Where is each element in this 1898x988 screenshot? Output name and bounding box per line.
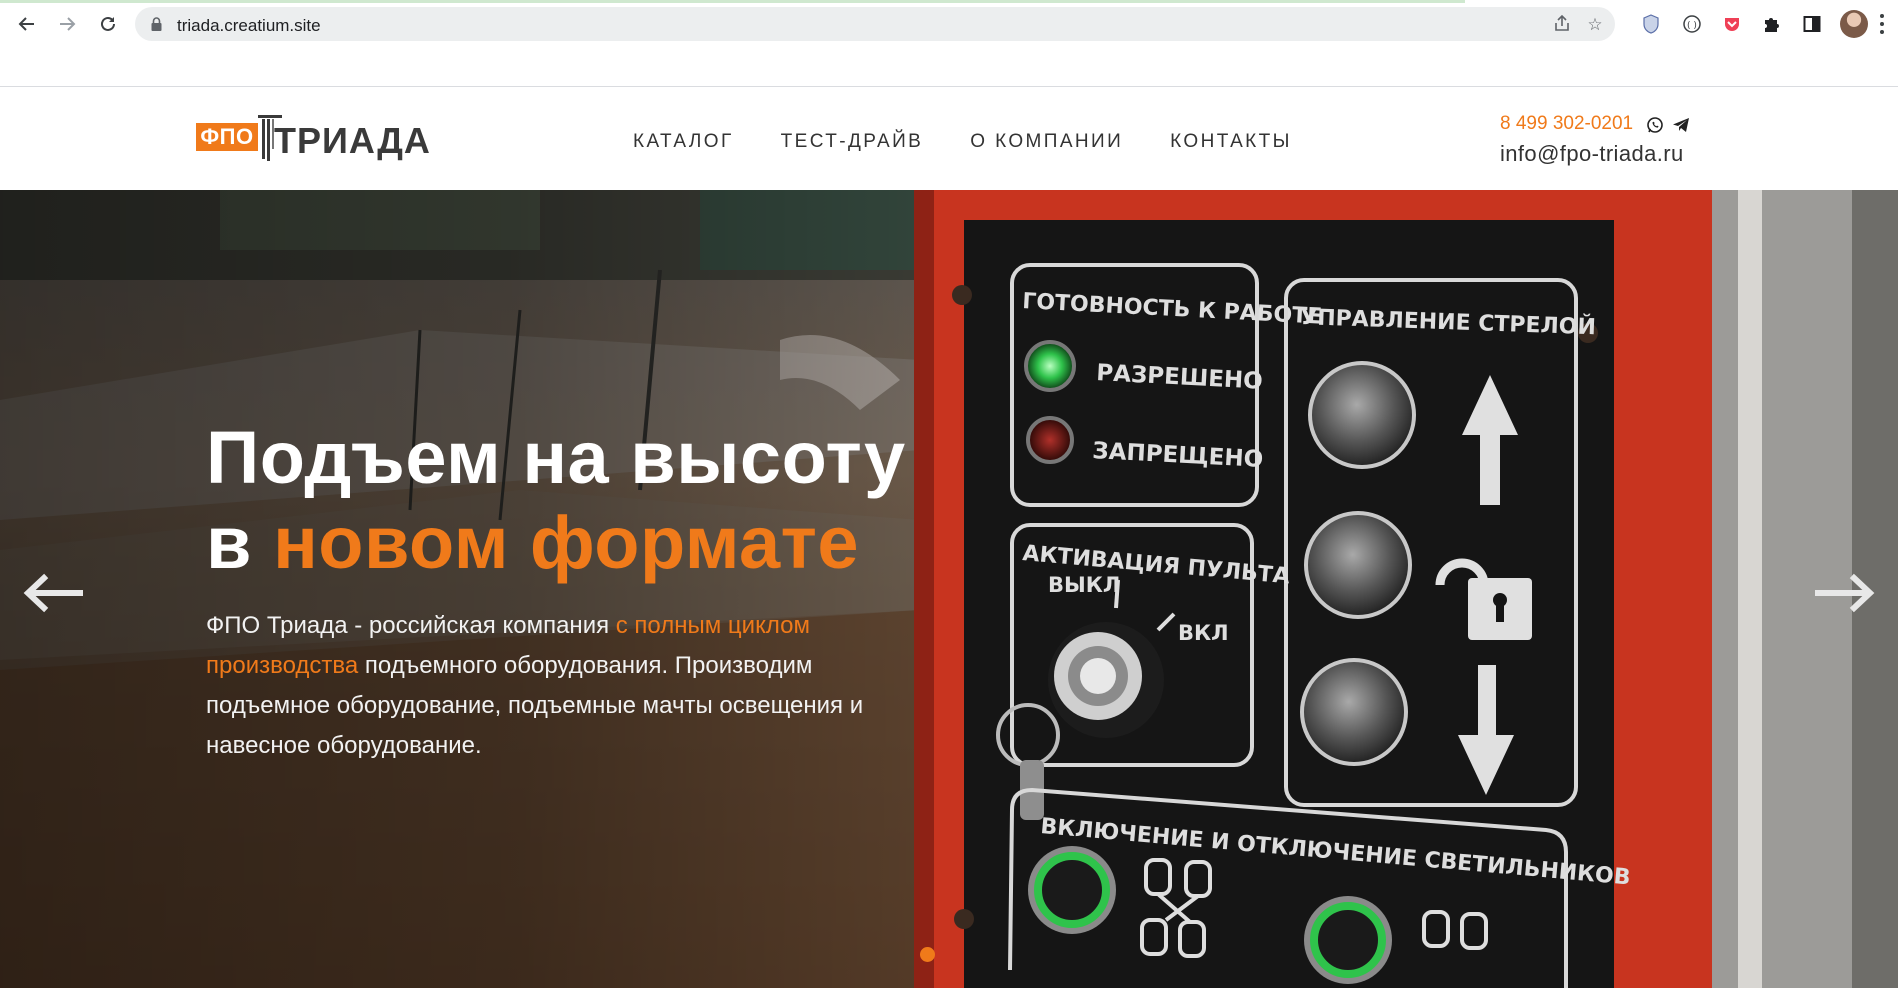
share-icon[interactable] bbox=[1551, 14, 1573, 36]
avatar[interactable] bbox=[1840, 10, 1868, 38]
forward-icon[interactable] bbox=[54, 11, 80, 37]
puzzle-icon[interactable] bbox=[1760, 12, 1784, 36]
email-link[interactable]: info@fpo-triada.ru bbox=[1500, 141, 1740, 167]
kebab-menu-icon[interactable] bbox=[1878, 12, 1886, 36]
menu-item-test-drive[interactable]: ТЕСТ-ДРАЙВ bbox=[781, 131, 924, 153]
logo-word: ТРИАДА bbox=[274, 120, 431, 161]
hero-title: Подъем на высоту в новом формате bbox=[206, 415, 906, 585]
hero-description: ФПО Триада - российская компания с полны… bbox=[206, 606, 896, 766]
star-icon[interactable]: ☆ bbox=[1584, 14, 1606, 36]
loading-bar bbox=[0, 0, 1465, 3]
address-bar[interactable]: triada.creatium.site ☆ bbox=[135, 7, 1615, 41]
menu-item-contacts[interactable]: КОНТАКТЫ bbox=[1170, 131, 1292, 153]
menu-item-catalog[interactable]: КАТАЛОГ bbox=[633, 131, 734, 153]
slider-dot-active[interactable] bbox=[920, 947, 935, 962]
browser-toolbar: triada.creatium.site ☆ ( ) bbox=[0, 0, 1898, 50]
hero-title-prefix: в bbox=[206, 501, 274, 584]
hero-title-line1: Подъем на высоту bbox=[206, 416, 906, 499]
pocket-extension-icon[interactable] bbox=[1720, 12, 1744, 36]
phone-link[interactable]: 8 499 302-0201 bbox=[1500, 113, 1633, 135]
hero-text-part1: ФПО Триада - российская компания bbox=[206, 612, 616, 639]
svg-text:( ): ( ) bbox=[1687, 21, 1697, 31]
back-icon[interactable] bbox=[14, 11, 40, 37]
code-extension-icon[interactable]: ( ) bbox=[1680, 12, 1704, 36]
hero-background-image: ГОТОВНОСТЬ К РАБОТЕ РАЗРЕШЕНО ЗАПРЕЩЕНО … bbox=[0, 190, 1898, 988]
contact-block: 8 499 302-0201 info@fpo-triada.ru bbox=[1500, 113, 1740, 167]
reload-icon[interactable] bbox=[95, 11, 121, 37]
slider-next-arrow-icon[interactable] bbox=[1814, 573, 1878, 613]
hero-title-accent: новом формате bbox=[273, 501, 860, 584]
hero-slider: ГОТОВНОСТЬ К РАБОТЕ РАЗРЕШЕНО ЗАПРЕЩЕНО … bbox=[0, 190, 1898, 988]
slider-prev-arrow-icon[interactable] bbox=[20, 573, 84, 613]
site-logo[interactable]: ФПО ТРИАДА bbox=[196, 113, 430, 163]
sidepanel-icon[interactable] bbox=[1800, 12, 1824, 36]
url-text[interactable]: triada.creatium.site bbox=[177, 16, 321, 36]
panel-on-label: ВКЛ bbox=[1178, 621, 1229, 645]
telegram-icon[interactable] bbox=[1672, 116, 1690, 134]
main-menu: КАТАЛОГ ТЕСТ-ДРАЙВ О КОМПАНИИ КОНТАКТЫ bbox=[633, 131, 1339, 153]
lock-icon[interactable] bbox=[151, 17, 162, 31]
menu-item-about[interactable]: О КОМПАНИИ bbox=[970, 131, 1123, 153]
shield-extension-icon[interactable] bbox=[1639, 12, 1663, 36]
whatsapp-icon[interactable] bbox=[1646, 116, 1664, 134]
panel-off-label: ВЫКЛ bbox=[1048, 573, 1120, 597]
logo-badge: ФПО bbox=[196, 123, 258, 151]
site-header: ФПО ТРИАДА КАТАЛОГ ТЕСТ-ДРАЙВ О КОМПАНИИ… bbox=[0, 87, 1898, 190]
